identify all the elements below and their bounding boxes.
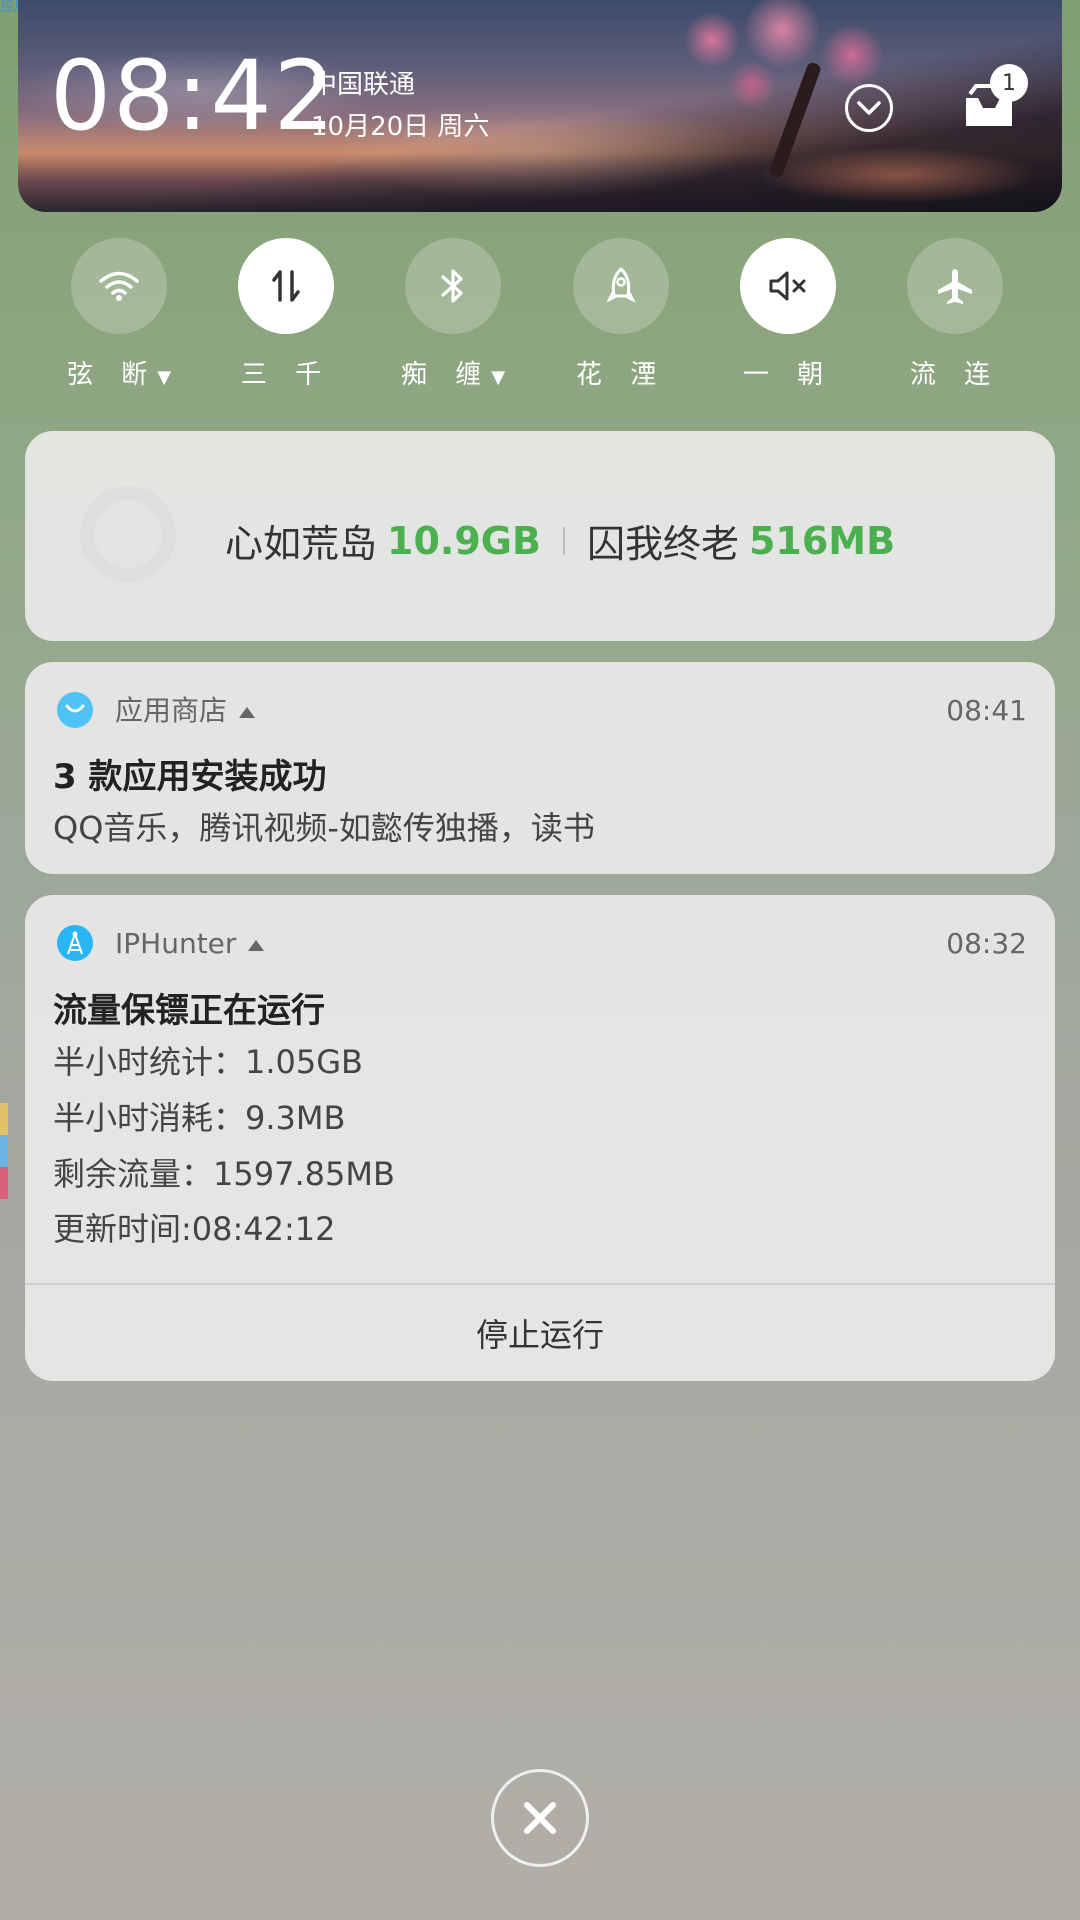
- data-label-2: 囚我终老: [586, 522, 739, 566]
- notification-iphunter[interactable]: IPHunter 08:32 流量保镖正在运行 半小时统计：1.05GB 半小时…: [25, 895, 1055, 1381]
- expand-button[interactable]: [845, 84, 893, 132]
- notification-title: 流量保镖正在运行: [53, 991, 325, 1031]
- mute-icon: [769, 271, 806, 301]
- notification-body: QQ音乐，腾讯视频-如懿传独播，读书: [53, 809, 595, 847]
- side-strip-pink: [0, 1167, 8, 1199]
- toggle-wifi[interactable]: 弦 断▼: [59, 238, 179, 391]
- data-usage-ring: [80, 486, 176, 582]
- toggle-boost[interactable]: 花 湮: [561, 238, 681, 391]
- data-separator: [562, 526, 565, 555]
- clock-time: 08:42: [50, 40, 337, 152]
- date-text: 10月20日 周六: [311, 112, 490, 142]
- wifi-icon: [99, 271, 139, 301]
- iphunter-icon: [57, 925, 93, 961]
- notification-appstore[interactable]: 应用商店 08:41 3 款应用安装成功 QQ音乐，腾讯视频-如懿传独播，读书: [25, 662, 1055, 874]
- toggle-bluetooth[interactable]: 痴 缠▼: [393, 238, 513, 391]
- notification-app-name: IPHunter: [115, 930, 265, 958]
- clear-all-button[interactable]: [491, 1769, 589, 1867]
- data-usage-card[interactable]: 心如荒岛 10.9GB 囚我终老 516MB: [25, 431, 1055, 641]
- notification-title: 3 款应用安装成功: [53, 757, 327, 797]
- toggle-airplane[interactable]: 流 连: [895, 238, 1015, 391]
- notification-line: 更新时间:08:42:12: [53, 1210, 336, 1248]
- notification-app-name: 应用商店: [115, 697, 256, 725]
- toggle-mute-label: 一 朝: [742, 360, 834, 390]
- data-label-1: 心如荒岛: [225, 522, 378, 566]
- dropdown-caret-icon: ▼: [491, 367, 506, 388]
- data-value-1: 10.9GB: [387, 518, 541, 563]
- notification-line: 半小时消耗：9.3MB: [53, 1099, 346, 1137]
- notification-line: 剩余流量：1597.85MB: [53, 1155, 395, 1193]
- chevron-down-icon: [857, 101, 881, 115]
- toggle-mobile-data-label: 三 千: [240, 360, 332, 390]
- rocket-icon: [606, 266, 636, 303]
- toggle-mobile-data[interactable]: 三 千: [226, 238, 346, 391]
- stop-running-button[interactable]: 停止运行: [25, 1285, 1055, 1381]
- inbox-badge: 1: [990, 64, 1028, 102]
- airplane-icon: [938, 269, 972, 304]
- toggle-boost-label: 花 湮: [575, 360, 667, 390]
- carrier-name: 中国联通: [311, 70, 416, 100]
- close-icon: [524, 1802, 556, 1834]
- mobile-data-icon: [272, 270, 300, 302]
- notification-line: 半小时统计：1.05GB: [53, 1043, 364, 1081]
- toggle-mute[interactable]: 一 朝: [728, 238, 848, 391]
- toggle-airplane-label: 流 连: [909, 360, 1001, 390]
- notification-time: 08:32: [946, 927, 1027, 960]
- bluetooth-icon: [441, 269, 463, 303]
- data-usage-line: 心如荒岛 10.9GB 囚我终老 516MB: [225, 513, 895, 568]
- side-strip-blue: [0, 1135, 8, 1167]
- appstore-icon: [57, 692, 93, 728]
- dropdown-caret-icon: ▼: [157, 367, 172, 388]
- data-value-2: 516MB: [748, 518, 896, 563]
- quick-settings-toggles: 弦 断▼ 三 千 痴 缠▼ 花 湮 一 朝 流 连: [0, 238, 1080, 391]
- caret-up-icon: [239, 706, 256, 718]
- notification-time: 08:41: [946, 694, 1027, 727]
- side-strip-yellow: [0, 1103, 8, 1135]
- toggle-wifi-label: 弦 断▼: [66, 360, 172, 390]
- toggle-bluetooth-label: 痴 缠▼: [400, 360, 506, 390]
- caret-up-icon: [248, 939, 265, 951]
